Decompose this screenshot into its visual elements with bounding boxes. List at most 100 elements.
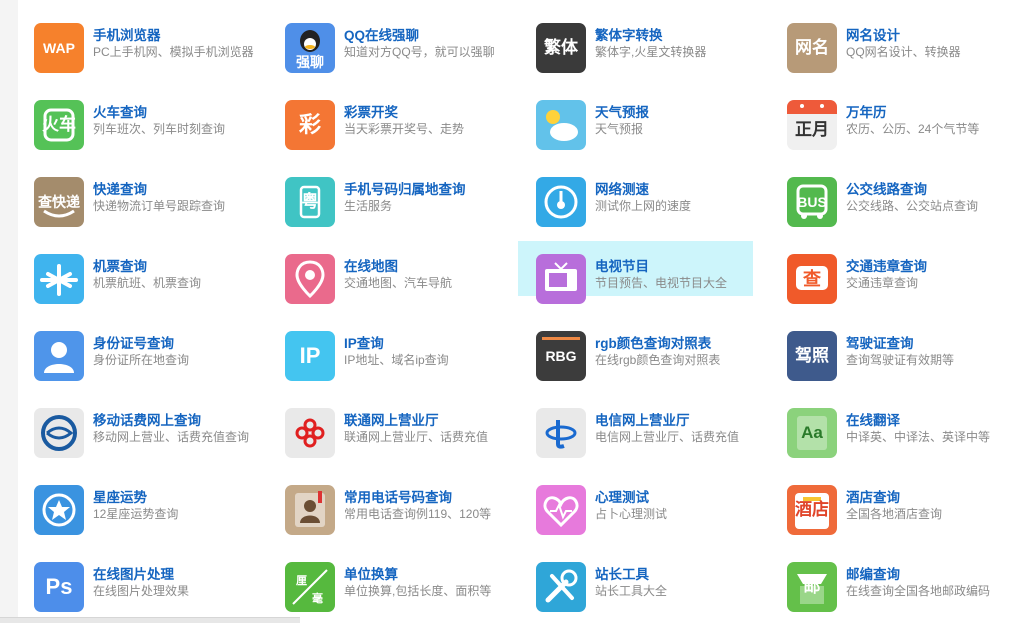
tool-tile[interactable]: 天气预报 天气预报 — [526, 86, 777, 163]
tool-tile[interactable]: 火车 火车查询 列车班次、列车时刻查询 — [24, 86, 275, 163]
tile-title-link[interactable]: 机票查询 — [93, 258, 201, 275]
tool-tile[interactable]: RBG rgb颜色查询对照表 在线rgb颜色查询对照表 — [526, 317, 777, 394]
ip-icon[interactable]: IP — [285, 330, 335, 381]
tile-title-link[interactable]: 手机浏览器 — [93, 27, 254, 44]
tile-title-link[interactable]: 繁体字转换 — [595, 27, 706, 44]
weather-icon[interactable] — [536, 99, 586, 150]
tool-tile[interactable]: 网名 网名设计 QQ网名设计、转换器 — [777, 9, 1019, 86]
tool-tile[interactable]: IP IP查询 IP地址、域名ip查询 — [275, 317, 526, 394]
tool-tile[interactable]: WAP 手机浏览器 PC上手机网、模拟手机浏览器 — [24, 9, 275, 86]
tile-title-link[interactable]: 快递查询 — [93, 181, 225, 198]
tool-tile[interactable]: 邮 邮编查询 在线查询全国各地邮政编码 — [777, 548, 1019, 625]
tile-title-link[interactable]: 电信网上营业厅 — [595, 412, 739, 429]
tile-title-link[interactable]: 单位换算 — [344, 566, 491, 583]
tile-title-link[interactable]: 公交线路查询 — [846, 181, 978, 198]
tile-title-link[interactable]: 电视节目 — [595, 258, 727, 275]
tool-tile[interactable]: 网络测速 测试你上网的速度 — [526, 163, 777, 240]
tile-title-link[interactable]: 交通违章查询 — [846, 258, 927, 275]
tool-tile[interactable]: 酒店 酒店查询 全国各地酒店查询 — [777, 471, 1019, 548]
tile-title-link[interactable]: QQ在线强聊 — [344, 27, 495, 44]
hotel-icon[interactable]: 酒店 — [787, 484, 837, 535]
tile-title-link[interactable]: IP查询 — [344, 335, 449, 352]
tile-title-link[interactable]: 在线翻译 — [846, 412, 990, 429]
tool-tile[interactable]: 彩彩票开奖 当天彩票开奖号、走势 — [275, 86, 526, 163]
tile-title-link[interactable]: 常用电话号码查询 — [344, 489, 491, 506]
tool-tile[interactable]: 站长工具 站长工具大全 — [526, 548, 777, 625]
tool-tile[interactable]: 机票查询 机票航班、机票查询 — [24, 240, 275, 317]
tool-tile[interactable]: 查快递 快递查询 快递物流订单号跟踪查询 — [24, 163, 275, 240]
tool-tile[interactable]: 查 交通违章查询 交通违章查询 — [777, 240, 1019, 317]
traditional-chinese-icon[interactable]: 繁体 — [536, 22, 586, 73]
tool-tile[interactable]: 电信网上营业厅 电信网上营业厅、话费充值 — [526, 394, 777, 471]
driver-license-icon[interactable]: 驾照 — [787, 330, 837, 381]
tile-title-link[interactable]: 网络测速 — [595, 181, 691, 198]
tile-title-link[interactable]: 在线地图 — [344, 258, 452, 275]
tool-tile[interactable]: BUS 公交线路查询 公交线路、公交站点查询 — [777, 163, 1019, 240]
tile-title-link[interactable]: 站长工具 — [595, 566, 667, 583]
tool-tile[interactable]: 联通网上营业厅 联通网上营业厅、话费充值 — [275, 394, 526, 471]
unit-convert-icon[interactable]: 厘毫 — [285, 561, 335, 612]
china-telecom-icon[interactable] — [536, 407, 586, 458]
tool-tile[interactable]: 电视节目 节目预告、电视节目大全 — [518, 240, 777, 317]
train-icon[interactable]: 火车 — [34, 99, 84, 150]
tile-title-link[interactable]: 驾驶证查询 — [846, 335, 954, 352]
map-pin-icon[interactable] — [285, 253, 335, 304]
icon-label: 查快递 — [38, 193, 80, 210]
qq-penguin-icon[interactable]: 强聊 — [285, 22, 335, 73]
nickname-icon[interactable]: 网名 — [787, 22, 837, 73]
tile-title-link[interactable]: 火车查询 — [93, 104, 225, 121]
phone-location-icon[interactable]: 粤 — [285, 176, 335, 227]
tool-tile[interactable]: 移动话费网上查询 移动网上营业、话费充值查询 — [24, 394, 275, 471]
tool-tile[interactable]: 身份证号查询 身份证所在地查询 — [24, 317, 275, 394]
tool-tile[interactable]: Aa 在线翻译 中译英、中译法、英译中等 — [777, 394, 1019, 471]
constellation-icon[interactable] — [34, 484, 84, 535]
tile-title-link[interactable]: rgb颜色查询对照表 — [595, 335, 720, 352]
tool-tile[interactable]: 厘毫单位换算 单位换算,包括长度、面积等 — [275, 548, 526, 625]
heart-icon[interactable] — [536, 484, 586, 535]
tile-title-link[interactable]: 联通网上营业厅 — [344, 412, 488, 429]
tile-title-link[interactable]: 邮编查询 — [846, 566, 990, 583]
tile-description: 交通地图、汽车导航 — [344, 276, 453, 290]
tool-tile[interactable]: 星座运势 12星座运势查询 — [24, 471, 275, 548]
tile-title-link[interactable]: 心理测试 — [595, 489, 667, 506]
tile-title-link[interactable]: 身份证号查询 — [93, 335, 189, 352]
china-mobile-icon[interactable] — [34, 407, 84, 458]
id-card-icon[interactable] — [34, 330, 84, 381]
tool-tile[interactable]: Ps 在线图片处理 在线图片处理效果 — [24, 548, 275, 625]
tile-title-link[interactable]: 天气预报 — [595, 104, 649, 121]
tile-title-link[interactable]: 彩票开奖 — [344, 104, 464, 121]
speedometer-icon[interactable] — [536, 176, 586, 227]
postcode-icon[interactable]: 邮 — [787, 561, 837, 612]
tool-tile[interactable]: 繁体 繁体字转换 繁体字,火星文转换器 — [526, 9, 777, 86]
tool-tile[interactable]: 常用电话号码查询 常用电话查询例119、120等 — [275, 471, 526, 548]
wap-icon[interactable]: WAP — [34, 22, 84, 73]
tile-title-link[interactable]: 在线图片处理 — [93, 566, 189, 583]
traffic-violation-icon[interactable]: 查 — [787, 253, 837, 304]
tool-tile[interactable]: 在线地图 交通地图、汽车导航 — [275, 240, 526, 317]
calendar-icon[interactable]: 正月 — [787, 99, 837, 150]
translate-icon[interactable]: Aa — [787, 407, 837, 458]
photoshop-icon[interactable]: Ps — [34, 561, 84, 612]
tool-tile[interactable]: 粤 手机号码归属地查询 生活服务 — [275, 163, 526, 240]
airplane-icon[interactable] — [34, 253, 84, 304]
tools-icon[interactable] — [536, 561, 586, 612]
tile-title-link[interactable]: 万年历 — [846, 104, 979, 121]
china-unicom-icon[interactable] — [285, 407, 335, 458]
tool-tile[interactable]: 强聊 QQ在线强聊 知道对方QQ号，就可以强聊 — [275, 9, 526, 86]
rgb-icon[interactable]: RBG — [536, 330, 586, 381]
tool-tile[interactable]: 心理测试 占卜心理测试 — [526, 471, 777, 548]
express-icon[interactable]: 查快递 — [34, 176, 84, 227]
horizontal-scrollbar[interactable] — [0, 617, 300, 623]
tv-icon[interactable] — [536, 253, 586, 304]
contacts-icon[interactable] — [285, 484, 335, 535]
tool-tile[interactable]: 驾照 驾驶证查询 查询驾驶证有效期等 — [777, 317, 1019, 394]
tile-title-link[interactable]: 移动话费网上查询 — [93, 412, 249, 429]
bus-icon[interactable]: BUS — [787, 176, 837, 227]
lottery-icon[interactable]: 彩 — [285, 99, 335, 150]
tile-title-link[interactable]: 手机号码归属地查询 — [344, 181, 466, 198]
tile-title-link[interactable]: 星座运势 — [93, 489, 178, 506]
tile-title-link[interactable]: 酒店查询 — [846, 489, 942, 506]
tool-tile[interactable]: 正月 万年历 农历、公历、24个气节等 — [777, 86, 1019, 163]
tile-title-link[interactable]: 网名设计 — [846, 27, 961, 44]
icon-label: 驾照 — [795, 346, 829, 365]
